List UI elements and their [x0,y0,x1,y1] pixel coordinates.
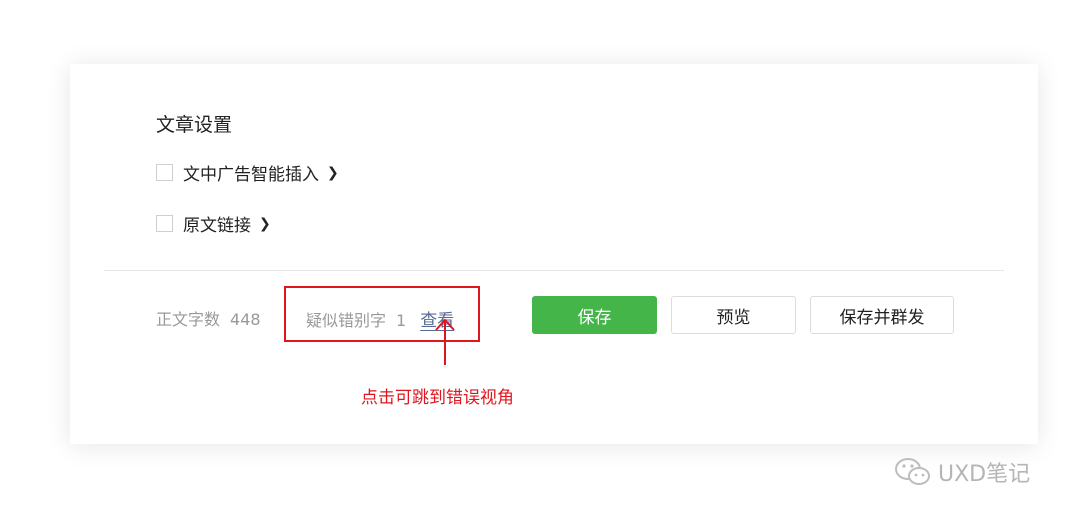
original-link-checkbox[interactable] [156,215,173,232]
section-title: 文章设置 [156,114,233,136]
chevron-right-icon: ❯ [259,215,271,232]
typo-count: 1 [396,311,407,330]
original-link-option[interactable]: 原文链接 ❯ [156,211,271,236]
article-settings-card: 文章设置 文中广告智能插入 ❯ 原文链接 ❯ 正文字数 448 疑似错别字 1 查看 … [70,64,1038,444]
word-count-label: 正文字数 [156,310,221,329]
annotation-text: 点击可跳到错误视角 [361,388,514,408]
word-count-value: 448 [230,310,261,329]
save-and-send-button[interactable]: 保存并群发 [810,296,954,334]
chevron-right-icon: ❯ [327,164,339,181]
ad-insert-checkbox[interactable] [156,164,173,181]
watermark: UXD笔记 [894,456,1030,488]
preview-button[interactable]: 预览 [671,296,796,334]
wechat-icon [895,458,930,485]
watermark-text: UXD笔记 [938,462,1031,487]
divider [104,270,1004,271]
typo-label: 疑似错别字 [306,311,387,330]
ad-insert-label: 文中广告智能插入 [183,165,319,185]
typo-check: 疑似错别字 1 查看 [306,306,454,331]
word-count: 正文字数 448 [156,306,261,330]
save-button[interactable]: 保存 [532,296,657,334]
original-link-label: 原文链接 [183,216,251,236]
annotation-arrow-icon [435,318,455,365]
ad-insert-option[interactable]: 文中广告智能插入 ❯ [156,160,339,185]
